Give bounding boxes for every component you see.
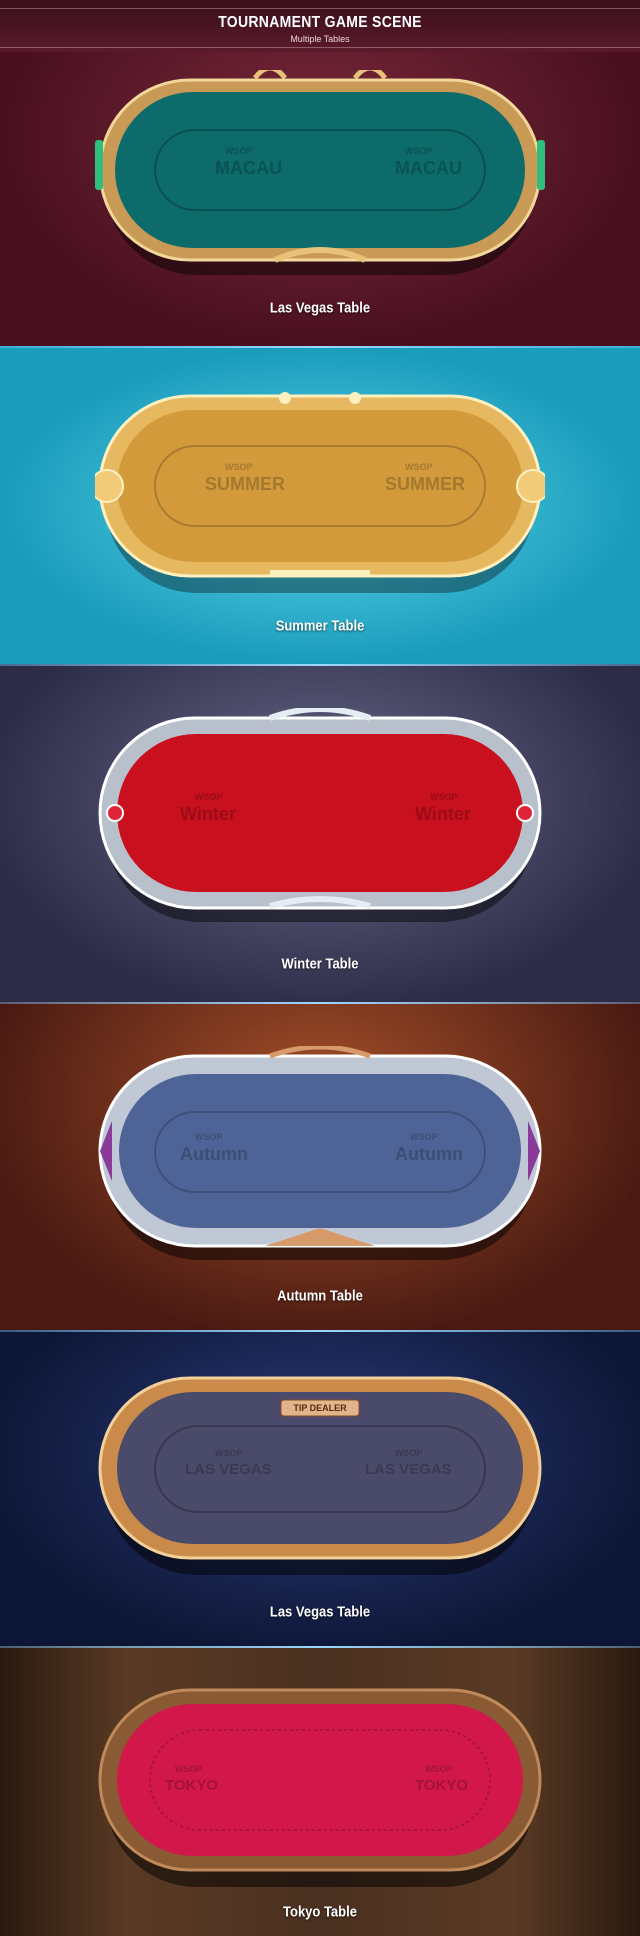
header-divider [0, 47, 640, 48]
scene-divider [0, 664, 640, 666]
poker-table[interactable]: TIP DEALER WSOP LAS VEGAS WSOP LAS VEGAS [95, 1368, 545, 1578]
scene-autumn: WSOP Autumn WSOP Autumn Autumn Table [0, 1002, 640, 1330]
scene-caption: Autumn Table [277, 1287, 363, 1304]
felt-logo-big: Autumn [180, 1144, 248, 1164]
felt-logo-big: Winter [180, 804, 236, 824]
poker-table[interactable]: WSOP MACAU WSOP MACAU [95, 70, 545, 280]
felt-logo-small: WSOP [405, 146, 433, 156]
scene-summer: WSOP SUMMER WSOP SUMMER Summer Table [0, 346, 640, 664]
felt-logo-big: Autumn [395, 1144, 463, 1164]
page-header: TOURNAMENT GAME SCENE Multiple Tables [0, 0, 640, 52]
felt-logo-small: WSOP [425, 1764, 453, 1774]
scene-caption: Tokyo Table [283, 1903, 357, 1920]
poker-table[interactable]: WSOP Winter WSOP Winter [95, 708, 545, 928]
felt-logo-small: WSOP [430, 792, 458, 802]
felt-logo-big: TOKYO [415, 1777, 468, 1794]
poker-table[interactable]: WSOP SUMMER WSOP SUMMER [95, 386, 545, 596]
felt-logo-big: MACAU [215, 158, 282, 178]
scene-las-vegas: TIP DEALER WSOP LAS VEGAS WSOP LAS VEGAS… [0, 1330, 640, 1646]
felt-logo-big: TOKYO [165, 1777, 218, 1794]
felt-logo-big: SUMMER [205, 474, 285, 494]
page-title: TOURNAMENT GAME SCENE [218, 11, 422, 31]
felt-logo-small: WSOP [195, 792, 223, 802]
scene-caption: Summer Table [275, 617, 365, 634]
scene-tokyo: WSOP TOKYO WSOP TOKYO Tokyo Table [0, 1646, 640, 1936]
scene-divider [0, 1330, 640, 1332]
felt-logo-big: SUMMER [385, 474, 465, 494]
felt-logo-small: WSOP [225, 146, 253, 156]
tip-dealer-button[interactable]: TIP DEALER [293, 1403, 347, 1413]
felt-logo-small: WSOP [195, 1132, 223, 1142]
felt-logo-small: WSOP [405, 462, 433, 472]
felt-logo-big: LAS VEGAS [365, 1461, 452, 1478]
felt-logo-small: WSOP [410, 1132, 438, 1142]
felt-logo-small: WSOP [175, 1764, 203, 1774]
scene-caption: Las Vegas Table [269, 299, 371, 316]
scene-caption: Las Vegas Table [269, 1603, 371, 1620]
felt-logo-big: LAS VEGAS [185, 1461, 272, 1478]
header-divider [0, 8, 640, 9]
scene-winter: WSOP Winter WSOP Winter Winter Table [0, 664, 640, 1002]
felt-logo-small: WSOP [395, 1448, 423, 1458]
scene-divider [0, 1002, 640, 1004]
scene-divider [0, 1646, 640, 1648]
page-subtitle: Multiple Tables [290, 34, 350, 44]
scene-caption: Winter Table [281, 955, 359, 972]
felt-logo-small: WSOP [215, 1448, 243, 1458]
felt-logo-big: Winter [415, 804, 471, 824]
felt-logo-small: WSOP [225, 462, 253, 472]
poker-table[interactable]: WSOP TOKYO WSOP TOKYO [95, 1680, 545, 1890]
poker-table[interactable]: WSOP Autumn WSOP Autumn [95, 1046, 545, 1266]
scene-divider [0, 346, 640, 348]
felt-logo-big: MACAU [395, 158, 462, 178]
